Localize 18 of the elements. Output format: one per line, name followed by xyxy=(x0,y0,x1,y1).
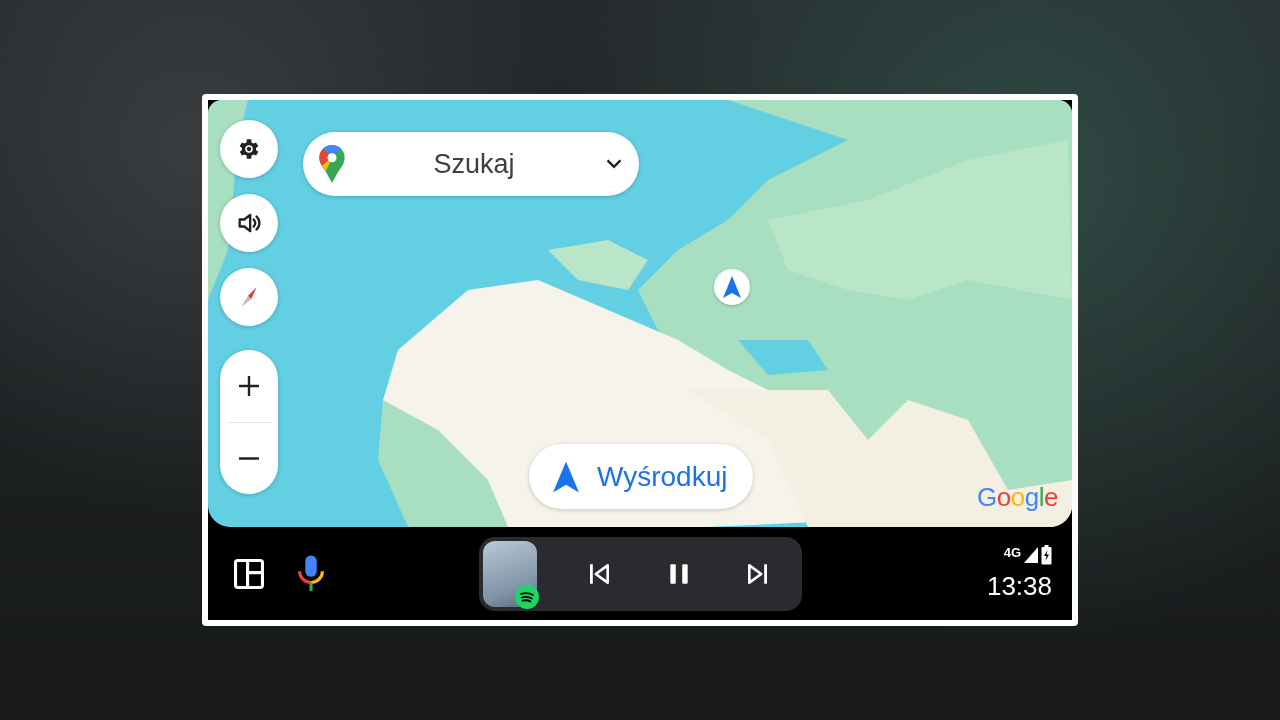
search-field[interactable]: Szukaj xyxy=(303,132,639,196)
music-app-icon xyxy=(515,584,540,609)
voice-button[interactable] xyxy=(296,553,326,594)
network-type: 4G xyxy=(1003,545,1021,560)
microphone-icon xyxy=(296,553,326,594)
plus-icon xyxy=(237,373,261,398)
map-pin-icon xyxy=(319,145,345,183)
navigation-arrow-icon xyxy=(722,276,742,298)
minus-icon xyxy=(239,456,259,460)
layout-icon xyxy=(232,556,266,591)
search-placeholder: Szukaj xyxy=(432,148,516,180)
dashboard-button[interactable] xyxy=(232,556,266,591)
google-logo: Google xyxy=(977,482,1058,513)
recenter-button[interactable]: Wyśrodkuj xyxy=(529,444,754,509)
clock-time: 13:38 xyxy=(986,571,1052,602)
battery-charging-icon xyxy=(1041,545,1052,565)
navigation-arrow-icon xyxy=(553,460,579,493)
signal-icon xyxy=(1023,546,1039,564)
